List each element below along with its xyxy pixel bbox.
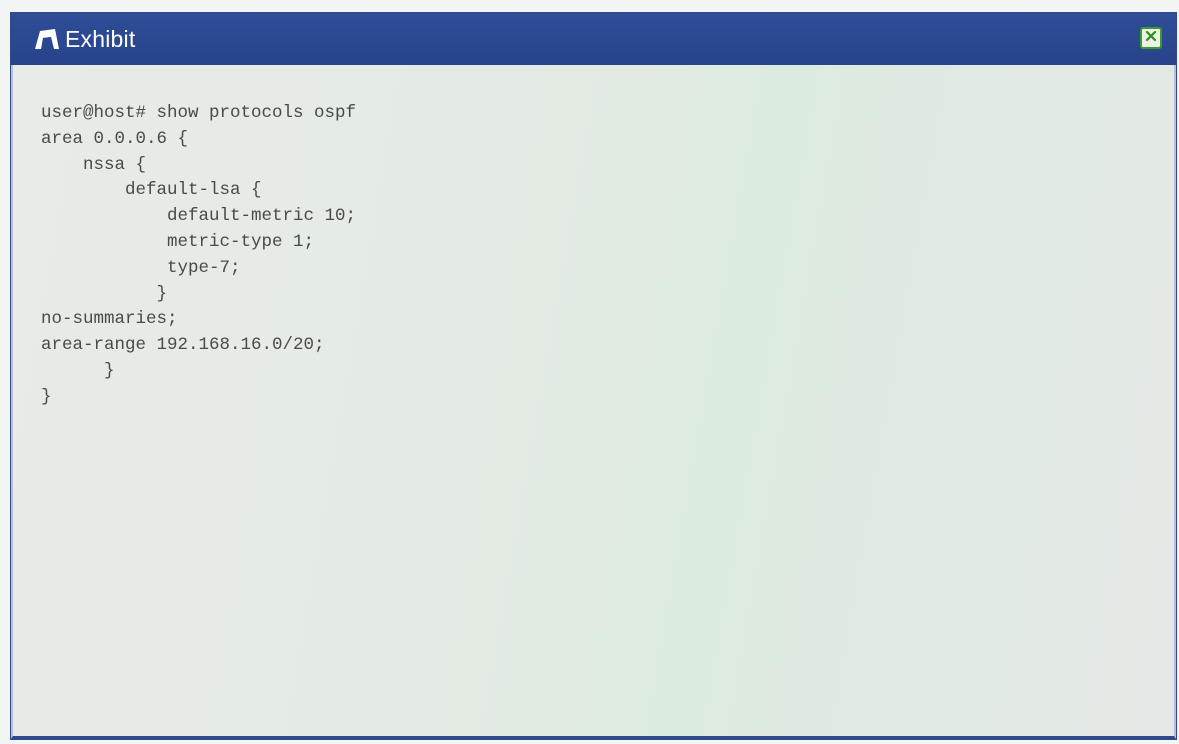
code-line: default-lsa { xyxy=(41,180,262,201)
close-icon xyxy=(1144,29,1158,48)
code-line: area-range 192.168.16.0/20; xyxy=(41,335,325,356)
window-title: Exhibit xyxy=(65,25,136,52)
code-line: no-summaries; xyxy=(41,309,178,330)
code-line: metric-type 1; xyxy=(41,231,315,252)
close-button[interactable] xyxy=(1140,27,1162,49)
code-line: area 0.0.0.6 { xyxy=(41,128,189,149)
code-line: } xyxy=(41,386,52,407)
exhibit-window: Exhibit user@host# show protocols ospf ar… xyxy=(10,12,1177,740)
exhibit-icon xyxy=(33,26,61,52)
code-line: nssa { xyxy=(41,154,147,175)
config-code-block: user@host# show protocols ospf area 0.0.0… xyxy=(41,101,356,411)
code-line: default-metric 10; xyxy=(41,206,357,227)
exhibit-content: user@host# show protocols ospf area 0.0.0… xyxy=(11,65,1176,739)
code-line: } xyxy=(41,360,115,381)
code-line: user@host# show protocols ospf xyxy=(41,103,357,123)
title-bar: Exhibit xyxy=(11,13,1176,65)
code-line: } xyxy=(41,283,168,304)
code-line: type-7; xyxy=(41,257,241,278)
